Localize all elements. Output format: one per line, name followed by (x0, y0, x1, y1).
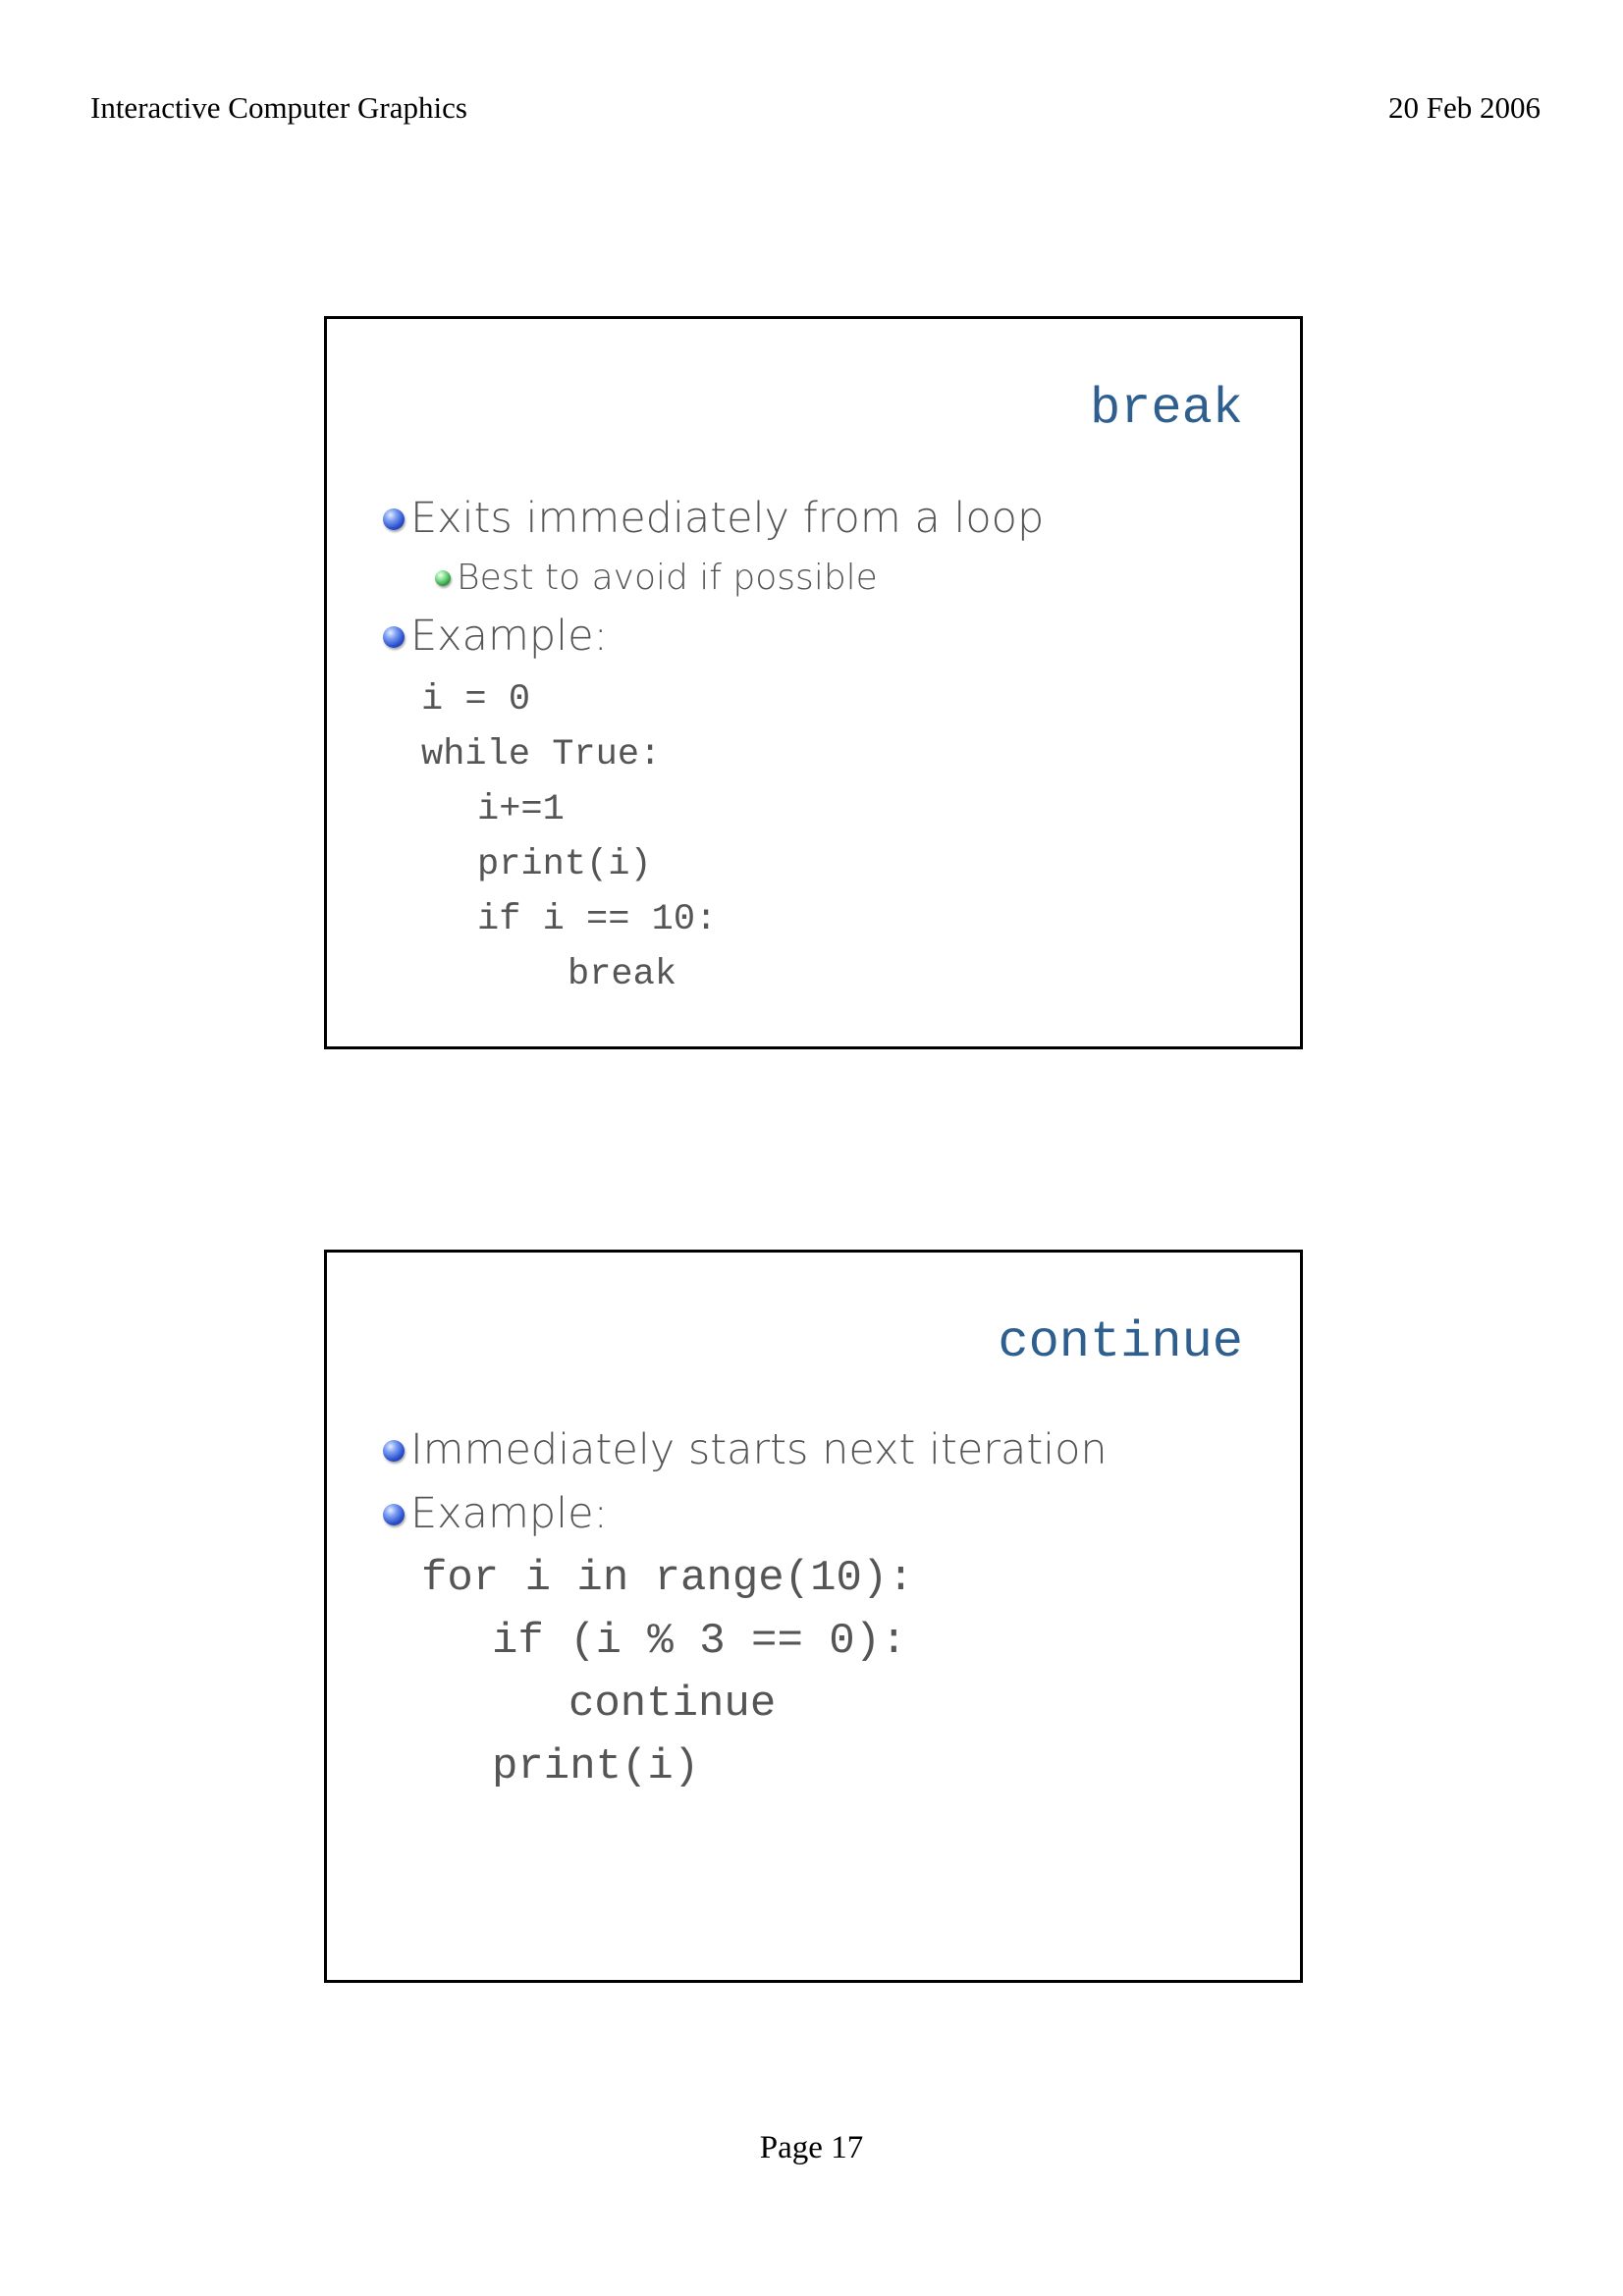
code-line: continue (568, 1680, 777, 1729)
document-date: 20 Feb 2006 (1388, 90, 1541, 125)
bullet-text: Best to avoid if possible (457, 558, 878, 598)
code-line: i = 0 (421, 679, 531, 721)
code-line: i+=1 (477, 789, 565, 830)
sub-bullet-item: Best to avoid if possible (435, 561, 878, 596)
bullet-text: Example: (410, 612, 609, 661)
blue-sphere-bullet-icon (383, 625, 405, 648)
slide-title: break (1089, 380, 1243, 438)
code-line: if (i % 3 == 0): (492, 1617, 907, 1666)
bullet-text: Example: (410, 1489, 609, 1538)
slide-continue: continue Immediately starts next iterati… (324, 1250, 1303, 1983)
bullet-item: Exits immediately from a loop (383, 498, 1044, 540)
bullet-text: Exits immediately from a loop (410, 494, 1045, 543)
green-sphere-bullet-icon (435, 570, 451, 586)
bullet-item: Immediately starts next iteration (383, 1429, 1108, 1471)
code-line: print(i) (492, 1742, 700, 1791)
code-line: print(i) (477, 844, 652, 885)
blue-sphere-bullet-icon (383, 1503, 405, 1525)
page-number: Page 17 (759, 2130, 864, 2165)
bullet-text: Immediately starts next iteration (410, 1425, 1108, 1474)
blue-sphere-bullet-icon (383, 507, 405, 530)
code-line: while True: (421, 734, 662, 775)
code-line: for i in range(10): (421, 1554, 914, 1603)
blue-sphere-bullet-icon (383, 1439, 405, 1462)
slide-title: continue (998, 1313, 1243, 1371)
bullet-item: Example: (383, 1493, 608, 1535)
document-title: Interactive Computer Graphics (90, 90, 467, 125)
code-line: break (568, 954, 677, 995)
slide-break: break Exits immediately from a loop Best… (324, 316, 1303, 1049)
code-line: if i == 10: (477, 899, 718, 940)
bullet-item: Example: (383, 615, 608, 658)
